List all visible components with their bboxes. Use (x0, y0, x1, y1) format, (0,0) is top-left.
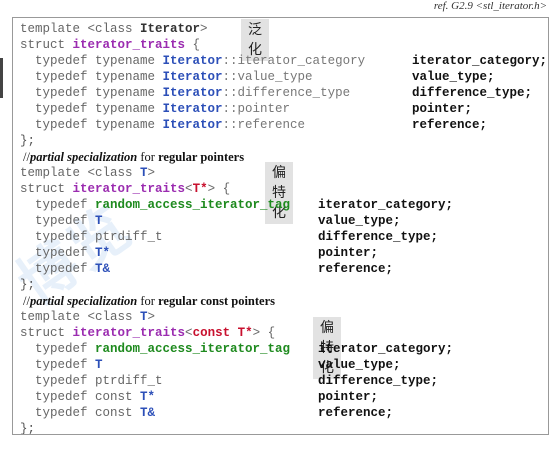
code-line-end-1: }; (20, 134, 36, 148)
code-line-typedef: typedef typename Iterator::value_type val… (20, 70, 495, 84)
code-line-template-3: template <class T> (20, 310, 156, 324)
code-line-typedef: typedef ptrdiff_t difference_type; (20, 374, 439, 388)
code-line-struct-2: struct iterator_traits<T*> { (20, 182, 231, 196)
code-line-typedef: typedef typename Iterator::iterator_cate… (20, 54, 548, 68)
code-line-typedef: typedef Tvalue_type; (20, 214, 401, 228)
margin-mark (0, 58, 3, 98)
code-line-template-1: template <class Iterator> (20, 22, 208, 36)
code-line-typedef: typedef const T& reference; (20, 406, 394, 420)
comment-const-pointers: //partial specialization for regular con… (23, 294, 275, 308)
code-line-typedef: typedef Tvalue_type; (20, 358, 401, 372)
code-line-typedef: typedef typename Iterator::pointer pointe… (20, 102, 473, 116)
code-line-typedef: typedef random_access_iterator_tag iterat… (20, 198, 454, 212)
code-line-typedef: typedef typename Iterator::reference refe… (20, 118, 488, 132)
code-line-typedef: typedef T* pointer; (20, 246, 379, 260)
code-line-struct-1: struct iterator_traits { (20, 38, 201, 52)
code-line-typedef: typedef ptrdiff_t difference_type; (20, 230, 439, 244)
code-panel: 博览 template <class Iterator> 泛化 struct i… (12, 17, 549, 435)
code-line-typedef: typedef T& reference; (20, 262, 394, 276)
tag-partial-specialization: 偏特化 (265, 162, 293, 224)
code-line-typedef: typedef const T* pointer; (20, 390, 379, 404)
code-line-end-3: }; (20, 422, 36, 435)
source-reference: ref. G2.9 <stl_iterator.h> (433, 0, 547, 12)
code-line-end-2: }; (20, 278, 36, 292)
code-line-template-2: template <class T> (20, 166, 156, 180)
code-line-typedef: typedef typename Iterator::difference_ty… (20, 86, 533, 100)
code-line-typedef: typedef random_access_iterator_tag iterat… (20, 342, 454, 356)
comment-regular-pointers: //partial specialization for regular poi… (23, 150, 245, 164)
code-line-struct-3: struct iterator_traits<const T*> { (20, 326, 276, 340)
